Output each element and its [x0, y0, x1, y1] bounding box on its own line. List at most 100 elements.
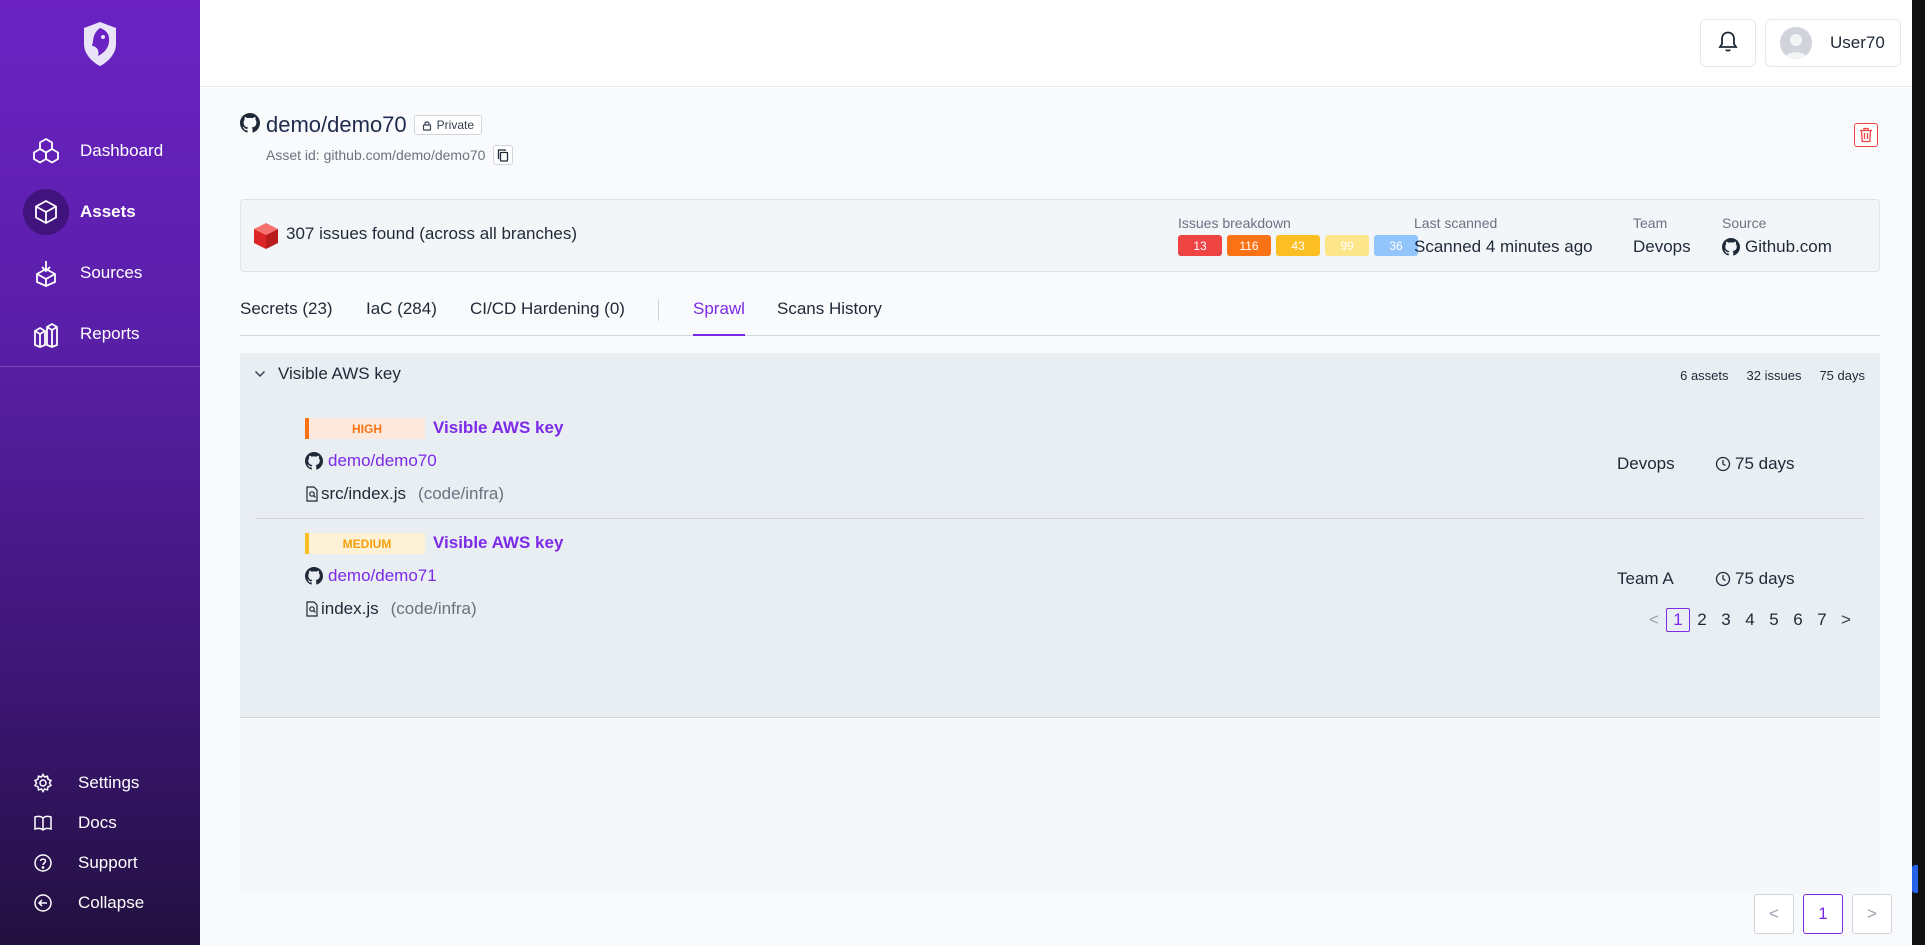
finding-age: 75 days [1715, 569, 1795, 589]
groups-pagination: < 1 > [1745, 894, 1892, 934]
page-button-2[interactable]: 2 [1690, 608, 1714, 632]
gear-icon [32, 772, 54, 794]
clock-icon [1715, 571, 1731, 587]
window-edge [1912, 0, 1925, 945]
shield-dragon-logo[interactable] [78, 20, 122, 68]
groups-prev-button[interactable]: < [1754, 894, 1794, 934]
bottom-nav: Settings Docs Support Collapse [0, 763, 200, 923]
sidebar-item-label: Settings [78, 773, 140, 792]
tab-sprawl[interactable]: Sprawl [693, 296, 745, 336]
sidebar-item-settings[interactable]: Settings [0, 763, 200, 803]
group-toggle[interactable]: Visible AWS key [254, 364, 401, 384]
collapse-icon [32, 892, 54, 914]
github-icon [240, 112, 260, 138]
copy-button[interactable] [493, 145, 514, 165]
issues-breakdown: 13 116 43 99 36 [1178, 235, 1423, 256]
sidebar-item-label: Assets [80, 201, 136, 221]
age-text: 75 days [1735, 569, 1795, 588]
severity-badge: HIGH [305, 418, 425, 439]
asset-id-text: Asset id: github.com/demo/demo70 [266, 147, 486, 163]
asset-tabs: Secrets (23) IaC (284) CI/CD Hardening (… [240, 296, 1880, 336]
clock-icon [1715, 456, 1731, 472]
book-icon [32, 812, 54, 834]
group-stats: 6 assets 32 issues 75 days [1662, 368, 1865, 383]
github-icon [305, 567, 323, 585]
cubes-icon [28, 133, 64, 169]
next-page-button[interactable]: > [1834, 608, 1858, 632]
age-text: 75 days [1735, 454, 1795, 473]
sidebar-item-label: Docs [78, 813, 117, 832]
reports-icon [28, 316, 64, 352]
sidebar-item-dashboard[interactable]: Dashboard [0, 120, 200, 181]
sidebar-item-assets[interactable]: Assets [0, 181, 200, 242]
finding-row[interactable]: HIGH Visible AWS key demo/demo70 src/ind… [255, 403, 1865, 513]
sidebar-item-sources[interactable]: Sources [0, 242, 200, 303]
source-value: Github.com [1722, 237, 1832, 257]
sidebar-item-label: Sources [80, 262, 143, 282]
team-value: Devops [1633, 237, 1691, 256]
issues-found-text: 307 issues found (across all branches) [286, 224, 578, 243]
topbar: User70 [200, 0, 1925, 87]
finding-age: 75 days [1715, 454, 1795, 474]
finding-repo-link[interactable]: demo/demo71 [305, 566, 437, 586]
tab-cicd-hardening[interactable]: CI/CD Hardening (0) [470, 296, 625, 336]
file-path: index.js [321, 599, 379, 618]
notifications-button[interactable] [1700, 19, 1756, 67]
groups-next-button[interactable]: > [1852, 894, 1892, 934]
lock-icon [422, 120, 431, 131]
breakdown-high[interactable]: 116 [1227, 235, 1271, 256]
github-icon [1722, 238, 1740, 256]
sidebar-item-reports[interactable]: Reports [0, 303, 200, 364]
copy-icon [498, 148, 509, 162]
page-button-6[interactable]: 6 [1786, 608, 1810, 632]
file-meta: (code/infra) [418, 484, 505, 503]
group-assets-count: 6 assets [1680, 368, 1729, 383]
main-content: demo/demo70 Private Asset id: github.com… [200, 88, 1925, 945]
repo-name: demo/demo71 [328, 566, 437, 585]
page-button-4[interactable]: 4 [1738, 608, 1762, 632]
last-scanned-label: Last scanned [1414, 215, 1498, 231]
tab-secrets[interactable]: Secrets (23) [240, 296, 333, 336]
tab-divider [658, 299, 659, 321]
finding-row[interactable]: MEDIUM Visible AWS key demo/demo71 index… [255, 518, 1865, 628]
help-icon [32, 852, 54, 874]
delete-button[interactable] [1854, 123, 1878, 147]
sidebar: Dashboard Assets Sources Reports Setting… [0, 0, 200, 945]
breakdown-critical[interactable]: 13 [1178, 235, 1222, 256]
tab-scans-history[interactable]: Scans History [777, 296, 882, 336]
finding-team: Devops [1617, 454, 1675, 473]
finding-repo-link[interactable]: demo/demo70 [305, 451, 437, 471]
github-icon [305, 452, 323, 470]
page-button-3[interactable]: 3 [1714, 608, 1738, 632]
sidebar-item-label: Dashboard [80, 140, 164, 160]
main-nav: Dashboard Assets Sources Reports [0, 120, 200, 364]
group-days: 75 days [1819, 368, 1865, 383]
sidebar-item-collapse[interactable]: Collapse [0, 883, 200, 923]
sidebar-item-support[interactable]: Support [0, 843, 200, 883]
file-path: src/index.js [321, 484, 407, 503]
findings-pagination: < 1 2 3 4 5 6 7 > [1642, 608, 1858, 632]
user-menu-button[interactable]: User70 [1765, 19, 1901, 67]
repo-name: demo/demo70 [328, 451, 437, 470]
finding-title[interactable]: Visible AWS key [433, 418, 563, 438]
page-button-7[interactable]: 7 [1810, 608, 1834, 632]
user-name: User70 [1830, 33, 1885, 52]
breakdown-low[interactable]: 99 [1325, 235, 1369, 256]
asset-name: demo/demo70 [266, 112, 407, 137]
page-button-5[interactable]: 5 [1762, 608, 1786, 632]
severity-badge: MEDIUM [305, 533, 425, 554]
edge-tab [1912, 865, 1918, 893]
finding-team: Team A [1617, 569, 1674, 588]
issues-cube-icon [253, 222, 279, 255]
prev-page-button[interactable]: < [1642, 608, 1666, 632]
groups-page-1-button[interactable]: 1 [1803, 894, 1843, 934]
issues-summary: 307 issues found (across all branches) I… [240, 199, 1880, 272]
file-meta: (code/infra) [390, 599, 477, 618]
group-issues-count: 32 issues [1746, 368, 1802, 383]
breakdown-medium[interactable]: 43 [1276, 235, 1320, 256]
sidebar-item-docs[interactable]: Docs [0, 803, 200, 843]
page-button-1[interactable]: 1 [1666, 608, 1690, 632]
finding-title[interactable]: Visible AWS key [433, 533, 563, 553]
breakdown-info[interactable]: 36 [1374, 235, 1418, 256]
tab-iac[interactable]: IaC (284) [366, 296, 437, 336]
